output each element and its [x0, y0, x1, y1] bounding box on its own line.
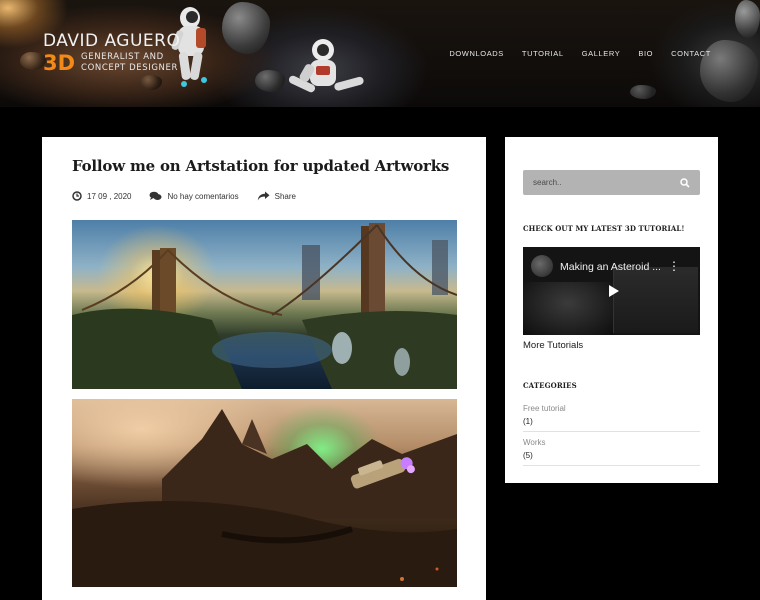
- logo-3d: 3D: [43, 51, 76, 75]
- channel-avatar[interactable]: [531, 255, 553, 277]
- logo-subtitle-line: GENERALIST AND: [81, 52, 164, 62]
- post-meta: 17 09 , 2020 No hay comentarios Share: [72, 191, 314, 201]
- category-link-works[interactable]: Works: [523, 438, 700, 447]
- category-divider: [523, 465, 700, 466]
- post-title[interactable]: Follow me on Artstation for updated Artw…: [72, 157, 472, 175]
- category-count: (1): [523, 417, 533, 426]
- post-date: 17 09 , 2020: [72, 191, 131, 201]
- post-comments[interactable]: No hay comentarios: [149, 191, 239, 201]
- sidebar: CHECK OUT MY LATEST 3D TUTORIAL! Making …: [505, 137, 718, 483]
- logo-subtitle: GENERALIST AND CONCEPT DESIGNER: [81, 52, 178, 73]
- artwork-illustration: [72, 409, 457, 587]
- logo-subtitle-line: CONCEPT DESIGNER: [81, 62, 178, 73]
- post-comments-text: No hay comentarios: [167, 191, 239, 201]
- tutorial-heading: CHECK OUT MY LATEST 3D TUTORIAL!: [523, 224, 685, 233]
- share-icon: [257, 191, 270, 201]
- video-menu-icon[interactable]: ⋮: [668, 259, 680, 273]
- header-asteroid: [140, 75, 162, 90]
- search-box: [523, 170, 700, 195]
- header-asteroid: [222, 2, 270, 54]
- site-header: DAVID AGUERO 3D GENERALIST AND CONCEPT D…: [0, 0, 760, 107]
- tutorial-video[interactable]: Making an Asteroid ... ⋮: [523, 247, 700, 335]
- post-card: Follow me on Artstation for updated Artw…: [42, 137, 486, 600]
- comments-icon: [149, 191, 162, 200]
- artwork-illustration: [72, 223, 457, 389]
- more-tutorials-link[interactable]: More Tutorials: [523, 340, 583, 351]
- post-date-text: 17 09 , 2020: [87, 191, 132, 201]
- main-nav: DOWNLOADS TUTORIAL GALLERY BIO CONTACT: [431, 49, 711, 58]
- category-item: Works (5): [523, 438, 700, 460]
- clock-icon: [72, 191, 82, 201]
- nav-item-contact[interactable]: CONTACT: [671, 49, 711, 58]
- astronaut-figure: [288, 39, 364, 93]
- category-link-free-tutorial[interactable]: Free tutorial: [523, 404, 700, 413]
- category-item: Free tutorial (1): [523, 404, 700, 426]
- video-title[interactable]: Making an Asteroid ...: [560, 261, 661, 273]
- categories-heading: CATEGORIES: [523, 381, 577, 390]
- header-asteroid: [735, 0, 760, 38]
- search-icon[interactable]: [680, 177, 690, 188]
- search-input[interactable]: [533, 178, 663, 187]
- artwork-image-bridges[interactable]: [72, 220, 457, 389]
- header-asteroid: [630, 85, 656, 99]
- logo-row: 3D GENERALIST AND CONCEPT DESIGNER: [43, 52, 180, 74]
- category-divider: [523, 431, 700, 432]
- post-share-text: Share: [274, 191, 296, 201]
- nav-item-gallery[interactable]: GALLERY: [582, 49, 621, 58]
- logo-name: DAVID AGUERO: [43, 31, 181, 51]
- nav-item-downloads[interactable]: DOWNLOADS: [449, 49, 504, 58]
- play-icon[interactable]: [597, 279, 629, 303]
- nav-item-tutorial[interactable]: TUTORIAL: [522, 49, 564, 58]
- artwork-image-desert[interactable]: [72, 399, 457, 587]
- category-count: (5): [523, 451, 533, 460]
- site-logo[interactable]: DAVID AGUERO 3D GENERALIST AND CONCEPT D…: [43, 31, 181, 75]
- nav-item-bio[interactable]: BIO: [638, 49, 653, 58]
- post-share[interactable]: Share: [257, 191, 296, 201]
